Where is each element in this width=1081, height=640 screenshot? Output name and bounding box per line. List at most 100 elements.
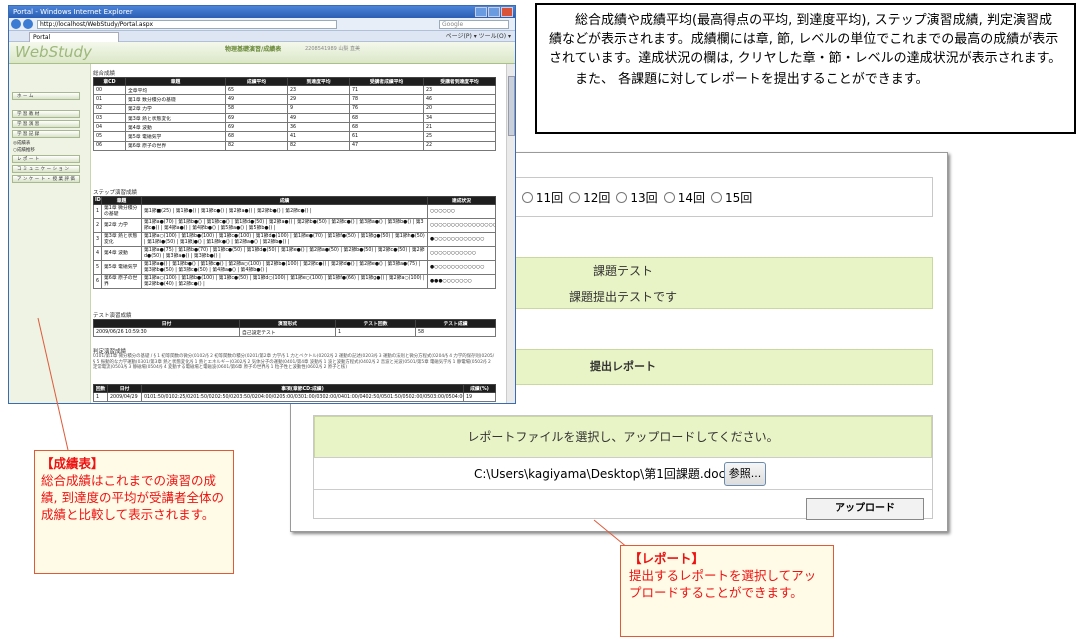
table-cell: 06 xyxy=(93,140,126,152)
judge-table: 回数 日付 事項(章節CD:成績) 成績(%) 1 2009/04/29 0101:50/… xyxy=(93,384,496,403)
table-cell: 82 xyxy=(225,140,288,152)
table-cell: 49 xyxy=(225,94,288,105)
sidebar-item-communication[interactable]: コ ミ ュ ニ ケ ー シ ョ ン xyxy=(12,165,80,173)
table-cell: 6 xyxy=(93,274,102,289)
table-cell: 2 xyxy=(93,218,102,233)
table-row: 04 第4章 波動 69 36 68 21 xyxy=(93,122,496,133)
webstudy-sidebar: ホ ー ム 学 習 教 材 学 習 演 習 学 習 記 録 ◎成績表 ○成績推移… xyxy=(9,64,91,403)
sidebar-option-progress[interactable]: ○成績推移 xyxy=(13,147,35,153)
table-header-cell: 事項(章節CD:成績) xyxy=(141,384,464,393)
judge-description: 0101/第1章 微分積分の基礎 / § 1 初等関数の微分(0102/§ 2 … xyxy=(93,354,495,370)
upload-form: レポートファイルを選択し、アップロードしてください。 C:\Users\kagi… xyxy=(313,415,933,520)
table-header-cell: 回数 xyxy=(93,384,108,393)
sidebar-item-survey[interactable]: ア ン ケ ー ト ・ 授 業 評 価 xyxy=(12,175,80,183)
table-cell: 0101:50/0102:25/0201:50/0202:50/0203:50/… xyxy=(141,391,464,403)
radio-circle-icon[interactable] xyxy=(569,191,581,203)
table-row: 1 第1章 微分積分の基礎 第1節■(25) | 第1節●() | 第1節c●() … xyxy=(93,204,496,219)
minimize-icon[interactable] xyxy=(475,7,487,17)
table-cell: 9 xyxy=(287,103,350,114)
close-icon[interactable] xyxy=(501,7,513,17)
explanation-paragraph-1: 総合成績や成績平均(最高得点の平均, 到達度平均), ステップ演習成績, 判定演… xyxy=(549,13,1062,66)
webstudy-header: WebStudy 物理基礎演習/成績表 2208541989 山梨 直美 xyxy=(9,42,515,64)
table-cell: 49 xyxy=(287,112,350,124)
table-cell: 25 xyxy=(423,131,496,142)
table-cell: 68 xyxy=(225,131,288,142)
table-cell: 82 xyxy=(287,140,350,152)
session-radio-label: 15回 xyxy=(724,190,753,205)
table-cell: 第6章 原子の世界 xyxy=(101,274,142,289)
table-cell: ●○○○○○○○○○○○○ xyxy=(427,260,496,275)
session-radio[interactable]: 11回 xyxy=(521,189,563,206)
table-cell: 第1節■(25) | 第1節●() | 第1節c●() | 第2節a●() | … xyxy=(141,204,428,219)
callout-grades-body: 総合成績はこれまでの演習の成績, 到達度の平均が受講者全体の成績と比較して表示さ… xyxy=(41,473,224,522)
table-cell: 21 xyxy=(423,122,496,133)
webstudy-logo: WebStudy xyxy=(15,43,92,61)
session-radio[interactable]: 13回 xyxy=(616,189,658,206)
table-header-cell: 章題 xyxy=(125,77,226,86)
upload-button[interactable]: アップロード xyxy=(806,498,924,520)
radio-circle-icon[interactable] xyxy=(663,191,675,203)
table-row: 4 第4章 波動 第1節a●(75) | 第1節b●(70) | 第1節c●(50)… xyxy=(93,246,496,261)
table-header-cell: 成績平均 xyxy=(225,77,288,86)
tab-portal[interactable]: Portal xyxy=(29,32,119,42)
table-cell: 58 xyxy=(225,103,288,114)
forward-icon[interactable] xyxy=(23,19,33,29)
browser-tools-menu[interactable]: ページ(P) ▾ ツール(O) ▾ xyxy=(446,31,511,42)
table-cell: 65 xyxy=(225,84,288,96)
sidebar-home[interactable]: ホ ー ム xyxy=(12,92,80,100)
overall-table: 章CD 章題 成績平均 到達度平均 受講者成績平均 受講者到達度平均 00 全章平均 65 23… xyxy=(93,77,496,152)
radio-circle-icon[interactable] xyxy=(521,191,533,203)
file-select-row: C:\Users\kagiyama\Desktop\第1回課題.docx 参照.… xyxy=(314,458,932,490)
maximize-icon[interactable] xyxy=(488,7,500,17)
sidebar-item-report[interactable]: レ ポ ー ト xyxy=(12,155,80,163)
search-field[interactable]: Google xyxy=(439,20,509,29)
table-cell: 1 xyxy=(93,204,102,219)
table-cell: 全章平均 xyxy=(125,84,226,96)
table-cell: 34 xyxy=(423,112,496,124)
table-cell: 第5章 電磁気学 xyxy=(101,260,142,275)
url-field[interactable]: http://localhost/WebStudy/Portal.aspx xyxy=(37,20,337,29)
table-row: 6 第6章 原子の世界 第1節a○(100) | 第1節b●(100) | 第1節c… xyxy=(93,274,496,289)
table-cell: 68 xyxy=(349,112,424,124)
overall-title: 総合成績 xyxy=(93,71,116,77)
table-cell: 4 xyxy=(93,246,102,261)
browser-title: Portal - Windows Internet Explorer xyxy=(13,8,133,16)
table-cell: 71 xyxy=(349,84,424,96)
session-radio[interactable]: 12回 xyxy=(569,189,610,206)
tab-bar: Portal ページ(P) ▾ ツール(O) ▾ xyxy=(9,31,515,42)
callout-report: 【レポート】 提出するレポートを選択してアップロードすることができます。 xyxy=(620,545,834,637)
browser-window: Portal - Windows Internet Explorer http:… xyxy=(8,5,516,404)
webstudy-main: 総合成績 章CD 章題 成績平均 到達度平均 受講者成績平均 受講者到達度平均 00 全章平… xyxy=(93,64,503,403)
browse-button[interactable]: 参照... xyxy=(724,462,766,486)
scrollbar-thumb[interactable] xyxy=(508,76,515,136)
table-cell: ○○○○○○○○○○○ xyxy=(427,246,496,261)
table-cell: 第2章 力学 xyxy=(101,218,142,233)
table-row: 3 第3章 熱と状態変化 第1節a○(100) | 第1節b●(100) | 第1節… xyxy=(93,232,496,247)
radio-circle-icon[interactable] xyxy=(710,191,722,203)
table-cell: 68 xyxy=(349,122,424,133)
session-radio[interactable]: 14回 xyxy=(663,189,705,206)
back-icon[interactable] xyxy=(11,19,21,29)
table-cell: ●○○○○○○○○○○○○ xyxy=(427,232,496,247)
scrollbar[interactable] xyxy=(506,64,515,403)
step-table: ID 章題 成績 達成状況 1 第1章 微分積分の基礎 第1節■(25) | 第1節●()… xyxy=(93,196,496,289)
file-path-field[interactable]: C:\Users\kagiyama\Desktop\第1回課題.docx xyxy=(474,465,732,482)
table-cell: 第1節a○(100) | 第1節b●(100) | 第1節c●(100) | 第… xyxy=(141,232,428,247)
table-header-cell: 到達度平均 xyxy=(287,77,350,86)
session-radio-label: 12回 xyxy=(583,190,611,205)
table-cell: 20 xyxy=(423,103,496,114)
table-cell: 46 xyxy=(423,94,496,105)
table-cell: ○○○○○○○○○○○○○○○○ xyxy=(427,218,496,233)
radio-circle-icon[interactable] xyxy=(616,191,628,203)
table-cell: 第6章 原子の世界 xyxy=(125,140,226,152)
sidebar-option-grades[interactable]: ◎成績表 xyxy=(13,140,30,146)
sidebar-item-materials[interactable]: 学 習 教 材 xyxy=(12,110,80,118)
sidebar-item-records[interactable]: 学 習 記 録 xyxy=(12,130,80,138)
sidebar-item-exercises[interactable]: 学 習 演 習 xyxy=(12,120,80,128)
table-header-cell: 演習形式 xyxy=(239,319,336,328)
address-bar: http://localhost/WebStudy/Portal.aspx Go… xyxy=(9,18,515,31)
table-cell: 76 xyxy=(349,103,424,114)
table-cell: 29 xyxy=(287,94,350,105)
session-radio[interactable]: 15回 xyxy=(710,189,753,206)
table-cell: 第1節a●(70) | 第1節b●() | 第1節c●() | 第1節d●(50… xyxy=(141,218,428,233)
